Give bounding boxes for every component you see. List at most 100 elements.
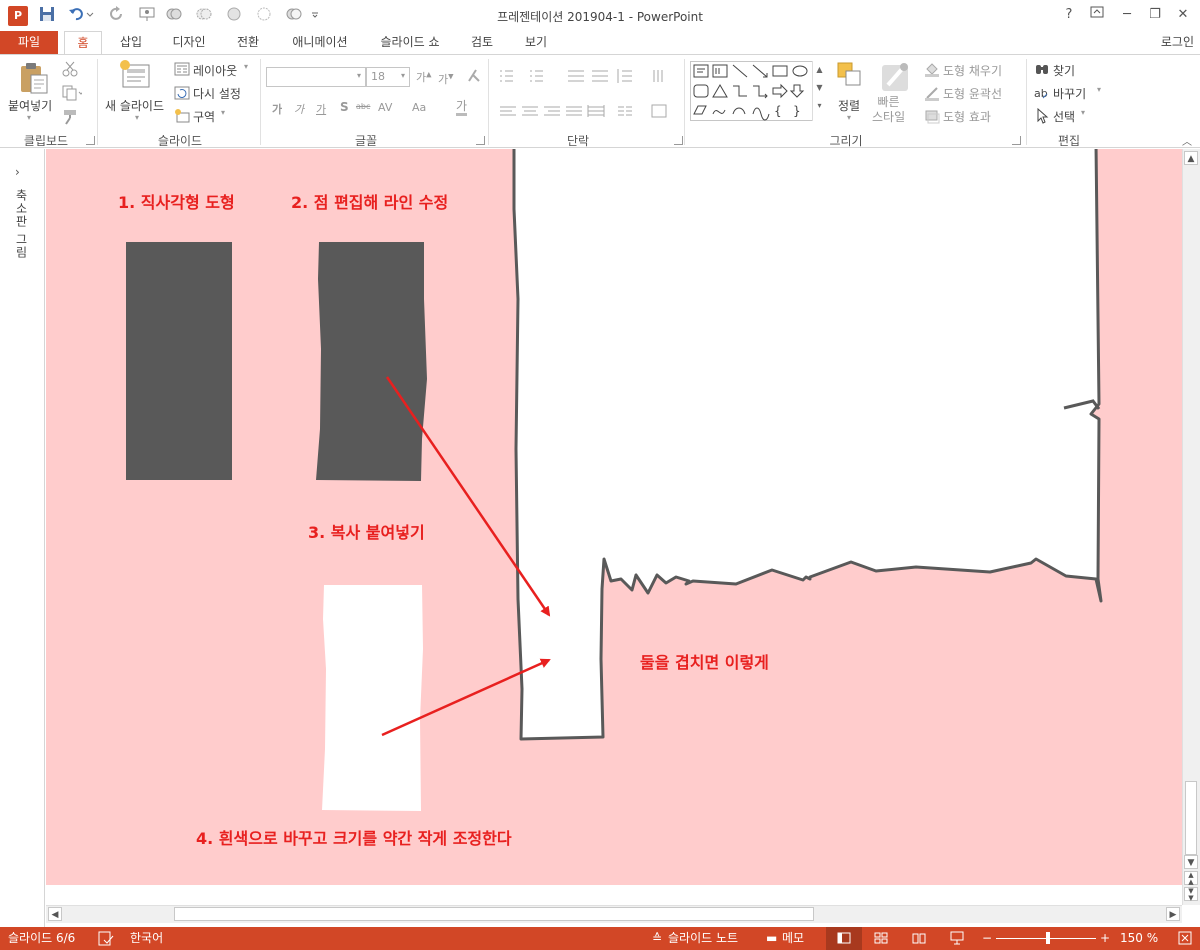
tab-design[interactable]: 디자인 (164, 31, 214, 54)
shapes-gallery[interactable]: { } (690, 61, 826, 121)
comments-button[interactable]: 메모 (782, 927, 804, 950)
expand-thumbnails-icon[interactable]: › (15, 165, 20, 179)
paste-dropdown-icon[interactable]: ▾ (27, 113, 31, 122)
dark-rectangle-shape[interactable] (126, 242, 232, 480)
tab-slideshow[interactable]: 슬라이드 쇼 (372, 31, 448, 54)
text-shadow-button[interactable]: S (340, 100, 349, 114)
font-size-dropdown-icon[interactable]: ▾ (401, 71, 405, 80)
layout-dropdown-icon[interactable]: ▾ (244, 62, 248, 71)
underline-button[interactable]: 가 (316, 101, 326, 117)
drawing-launcher-icon[interactable] (1012, 136, 1021, 145)
spell-check-icon[interactable] (98, 927, 114, 950)
step4-caption[interactable]: 4. 흰색으로 바꾸고 크기를 약간 작게 조정한다 (196, 825, 512, 849)
grow-font-icon[interactable]: 가▲ (416, 69, 432, 85)
language-indicator[interactable]: 한국어 (130, 927, 163, 950)
shape-outline-button[interactable]: 도형 윤곽선 (943, 85, 1002, 102)
zoom-level[interactable]: 150 % (1120, 927, 1158, 950)
gallery-more-icon[interactable]: ▾ (813, 97, 826, 115)
gallery-up-icon[interactable]: ▲ (813, 61, 826, 79)
zoom-out-icon[interactable]: − (982, 927, 992, 950)
next-slide-icon[interactable]: ▼ ▼ (1184, 887, 1198, 902)
zoom-in-icon[interactable]: + (1100, 927, 1110, 950)
save-icon[interactable] (38, 6, 56, 24)
horizontal-scrollbar[interactable]: ◀ ▶ (46, 905, 1182, 923)
maximize-button[interactable]: ❐ (1142, 4, 1168, 26)
replace-button[interactable]: 바꾸기 (1053, 85, 1086, 102)
font-name-combo[interactable]: ▾ (266, 67, 366, 87)
paste-icon[interactable] (18, 61, 50, 95)
select-dropdown-icon[interactable]: ▾ (1081, 108, 1085, 117)
quick-styles-icon[interactable] (880, 61, 912, 93)
start-slideshow-icon[interactable] (138, 6, 156, 24)
shape-effects-icon[interactable] (924, 108, 940, 124)
powerpoint-app-icon[interactable]: P (8, 6, 28, 26)
find-button[interactable]: 찾기 (1053, 62, 1075, 79)
tab-transitions[interactable]: 전환 (228, 31, 268, 54)
previous-slide-icon[interactable]: ▲ ▲ (1184, 871, 1198, 886)
layout-icon[interactable] (174, 61, 190, 77)
reset-icon[interactable] (174, 85, 190, 101)
undo-icon[interactable] (66, 6, 96, 24)
notes-button[interactable]: 슬라이드 노트 (668, 927, 738, 950)
replace-dropdown-icon[interactable]: ▾ (1097, 85, 1101, 94)
select-icon[interactable] (1034, 107, 1050, 124)
vertical-scrollbar[interactable]: ▲ ▼ ▲ ▲ ▼ ▼ (1182, 149, 1200, 905)
arrange-button[interactable]: 정렬 (838, 97, 860, 114)
copy-icon[interactable] (62, 85, 84, 101)
vertical-scroll-thumb[interactable] (1185, 781, 1197, 855)
slide-canvas[interactable]: 1. 직사각형 도형 2. 점 편집해 라인 수정 3. 복사 붙여넣기 4. … (46, 149, 1182, 885)
tab-home[interactable]: 홈 (64, 31, 102, 55)
white-shape[interactable] (322, 585, 423, 811)
character-spacing-button[interactable]: AV (378, 101, 392, 114)
ribbon-display-options-button[interactable] (1084, 4, 1110, 26)
step1-caption[interactable]: 1. 직사각형 도형 (118, 189, 235, 213)
shape-fill-button[interactable]: 도형 채우기 (943, 62, 1002, 79)
thumbnail-pane-label[interactable]: 축소판 그림 (13, 189, 30, 259)
comments-icon[interactable]: ▬ (766, 927, 777, 950)
step3-caption[interactable]: 3. 복사 붙여넣기 (308, 519, 425, 543)
replace-icon[interactable]: ab (1034, 85, 1050, 101)
clear-formatting-icon[interactable] (466, 68, 482, 84)
collapse-ribbon-icon[interactable]: ︿ (1182, 133, 1192, 148)
new-slide-button[interactable]: 새 슬라이드 (105, 97, 164, 114)
section-icon[interactable] (174, 108, 190, 124)
gallery-down-icon[interactable]: ▼ (813, 79, 826, 97)
reading-view-button[interactable] (912, 927, 926, 950)
shape-fragment-icon[interactable] (225, 6, 243, 24)
shape-fill-icon[interactable] (924, 61, 940, 77)
close-button[interactable]: ✕ (1170, 4, 1196, 26)
format-painter-icon[interactable] (62, 109, 78, 125)
layout-button[interactable]: 레이아웃 (193, 62, 237, 79)
cut-icon[interactable] (62, 61, 78, 77)
shape-outline-icon[interactable] (924, 85, 940, 101)
fit-to-window-icon[interactable] (1178, 927, 1192, 950)
redo-icon[interactable] (108, 6, 126, 24)
notes-icon[interactable]: ≙ (652, 927, 662, 950)
zoom-slider-thumb[interactable] (1046, 932, 1050, 944)
reset-button[interactable]: 다시 설정 (193, 85, 241, 102)
find-icon[interactable] (1034, 61, 1050, 77)
tab-animations[interactable]: 애니메이션 (284, 31, 356, 54)
slide-sorter-view-button[interactable] (874, 927, 888, 950)
customize-qat-icon[interactable] (309, 6, 321, 24)
paragraph-launcher-icon[interactable] (674, 136, 683, 145)
font-name-dropdown-icon[interactable]: ▾ (357, 71, 361, 80)
horizontal-scroll-thumb[interactable] (174, 907, 814, 921)
normal-view-button[interactable] (826, 927, 862, 950)
slideshow-view-button[interactable] (950, 927, 964, 950)
tab-review[interactable]: 검토 (462, 31, 502, 54)
step2-caption[interactable]: 2. 점 편집해 라인 수정 (291, 189, 448, 213)
shape-intersect-icon[interactable] (255, 6, 273, 24)
clipboard-launcher-icon[interactable] (86, 136, 95, 145)
shape-effects-button[interactable]: 도형 효과 (943, 108, 991, 125)
shape-subtract-icon[interactable] (285, 6, 303, 24)
font-launcher-icon[interactable] (476, 136, 485, 145)
shapes-gallery-scroll[interactable]: ▲ ▼ ▾ (812, 61, 826, 121)
arrange-dropdown-icon[interactable]: ▾ (847, 113, 851, 122)
select-button[interactable]: 선택 (1053, 108, 1075, 125)
arrange-icon[interactable] (836, 61, 864, 91)
edited-dark-shape[interactable] (316, 242, 427, 481)
paste-button[interactable]: 붙여넣기 (8, 97, 52, 114)
help-button[interactable]: ? (1056, 4, 1082, 26)
strikethrough-button[interactable]: abc (356, 102, 370, 111)
